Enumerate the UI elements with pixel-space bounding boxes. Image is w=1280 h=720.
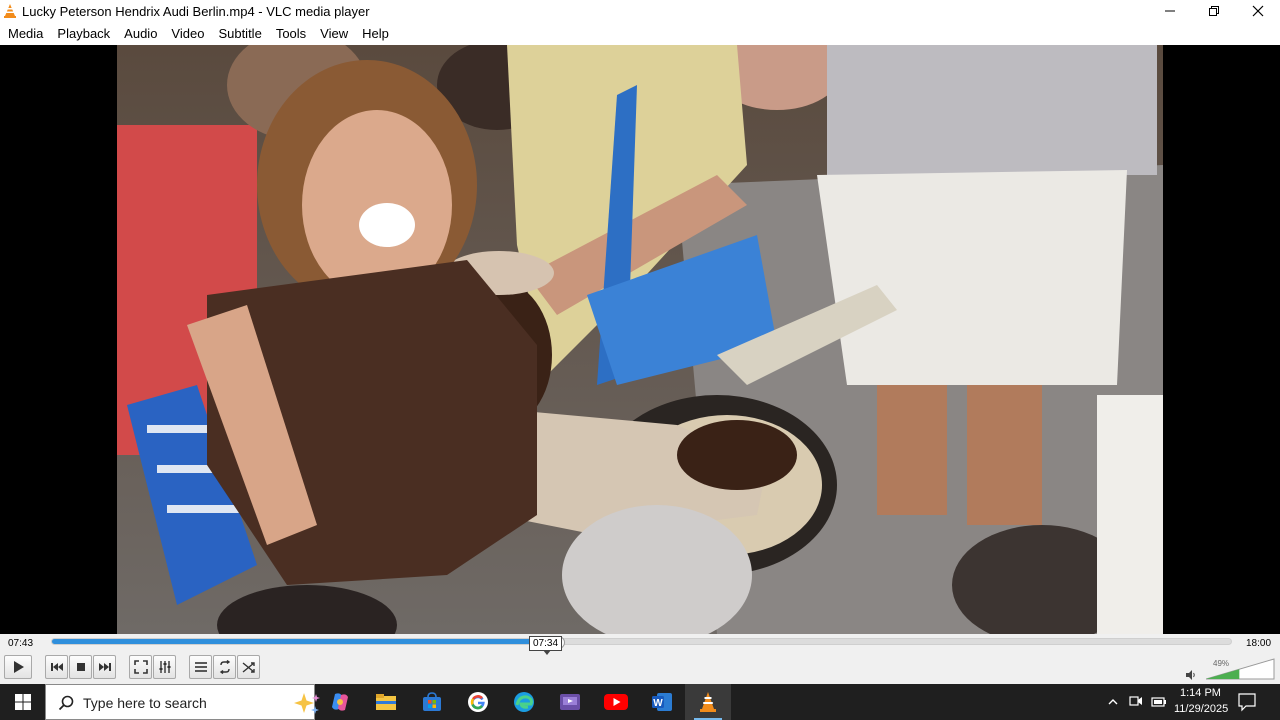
close-button[interactable] [1236,0,1280,22]
taskbar-clock-time[interactable]: 1:14 PM [1180,687,1221,699]
search-icon [58,695,74,716]
taskbar-google[interactable] [455,684,501,720]
fullscreen-icon [133,660,148,674]
fullscreen-button[interactable] [129,655,152,679]
notification-center-icon[interactable] [1236,690,1260,719]
previous-icon [50,663,63,671]
restore-icon [1209,6,1219,16]
vlc-window: Lucky Peterson Hendrix Audi Berlin.mp4 -… [0,0,1280,720]
word-icon: W [652,693,672,711]
taskbar-word[interactable]: W [639,684,685,720]
vlc-cone-icon [3,4,17,23]
taskbar-vlc[interactable] [685,684,731,720]
video-area[interactable]: 07:34 [0,45,1280,655]
seek-hover-time-tooltip: 07:34 [529,636,563,651]
taskbar-youtube[interactable] [593,684,639,720]
show-hidden-icons-chevron-icon[interactable] [1107,695,1119,713]
volume-track [1206,658,1275,680]
next-icon [98,663,111,671]
vlc-taskbar-icon [700,692,716,712]
shuffle-icon [242,662,255,673]
menu-bar: Media Playback Audio Video Subtitle Tool… [0,22,1280,45]
window-title: Lucky Peterson Hendrix Audi Berlin.mp4 -… [22,4,370,19]
media-app-icon [560,694,580,710]
title-bar: Lucky Peterson Hendrix Audi Berlin.mp4 -… [0,0,1280,22]
menu-view[interactable]: View [313,22,355,45]
video-scene [117,45,1163,634]
control-bar: 07:43 18:00 49% [0,634,1280,684]
taskbar-copilot[interactable] [317,684,363,720]
stop-icon [76,663,85,671]
taskbar-search-box[interactable]: Type here to search [45,684,320,720]
menu-help[interactable]: Help [355,22,396,45]
chrome-icon [468,692,488,712]
video-frame[interactable] [117,45,1163,634]
menu-tools[interactable]: Tools [269,22,313,45]
shuffle-button[interactable] [237,655,260,679]
seek-progress [52,639,558,644]
restore-button[interactable] [1192,0,1236,22]
file-explorer-icon [376,694,396,710]
meet-now-icon[interactable] [1129,694,1143,713]
seek-bar[interactable] [51,636,1232,649]
menu-playback[interactable]: Playback [50,22,117,45]
tooltip-pointer [543,650,551,655]
minimize-icon [1165,10,1175,12]
battery-icon[interactable] [1151,695,1167,713]
svg-text:W: W [653,698,663,709]
windows-taskbar: Type here to search W 1:14 PM 11/29/2025 [0,684,1280,720]
total-time[interactable]: 18:00 [1246,638,1271,649]
taskbar-file-explorer[interactable] [363,684,409,720]
taskbar-edge[interactable] [501,684,547,720]
copilot-icon [332,693,348,711]
playlist-icon [194,662,207,672]
youtube-icon [604,694,628,710]
menu-audio[interactable]: Audio [117,22,164,45]
loop-button[interactable] [213,655,236,679]
menu-subtitle[interactable]: Subtitle [211,22,268,45]
volume-slider[interactable] [1206,658,1275,680]
edge-icon [514,692,534,712]
taskbar-media-app[interactable] [547,684,593,720]
taskbar-microsoft-store[interactable] [409,684,455,720]
play-icon [14,661,24,673]
menu-media[interactable]: Media [1,22,50,45]
playlist-button[interactable] [189,655,212,679]
close-icon [1252,5,1264,17]
stop-button[interactable] [69,655,92,679]
elapsed-time[interactable]: 07:43 [8,638,33,649]
menu-video[interactable]: Video [164,22,211,45]
extended-settings-button[interactable] [153,655,176,679]
windows-logo-icon [14,694,31,710]
extended-settings-icon [159,661,170,673]
search-placeholder: Type here to search [83,695,207,711]
next-button[interactable] [93,655,116,679]
previous-button[interactable] [45,655,68,679]
loop-icon [219,660,230,674]
start-button[interactable] [0,684,45,720]
minimize-button[interactable] [1148,0,1192,22]
microsoft-store-icon [423,692,441,711]
taskbar-clock-date[interactable]: 11/29/2025 [1174,703,1228,715]
play-button[interactable] [4,655,32,679]
